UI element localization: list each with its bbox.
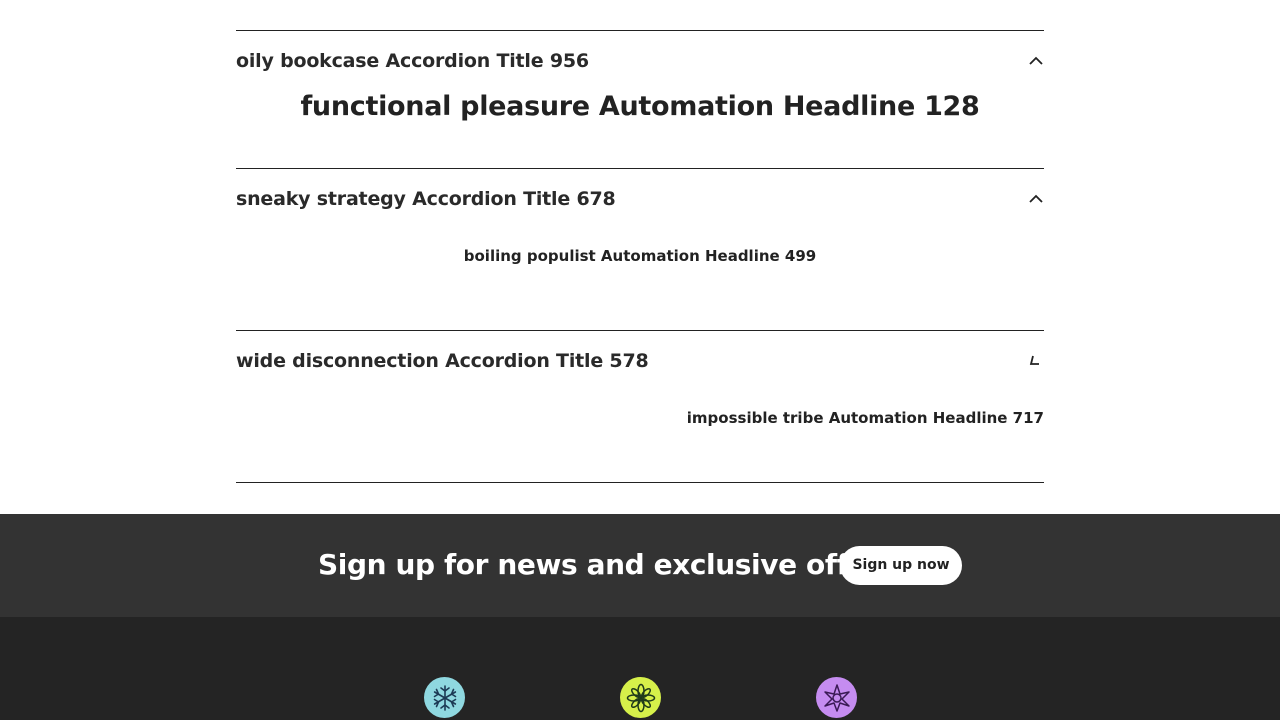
accordion-title: wide disconnection Accordion Title 578 — [236, 350, 649, 372]
sign-up-button[interactable]: Sign up now — [840, 546, 962, 585]
snowflake-icon — [424, 677, 465, 718]
accordion-item: wide disconnection Accordion Title 578 i… — [236, 330, 1044, 483]
flower-icon — [620, 677, 661, 718]
chevron-up-icon[interactable] — [1028, 191, 1044, 207]
star-icon — [816, 677, 857, 718]
newsletter-signup-band: Sign up for news and exclusive offers Si… — [0, 514, 1280, 617]
snowflake-glyph — [433, 684, 456, 711]
accordion-panel: functional pleasure Automation Headline … — [236, 91, 1044, 168]
page: oily bookcase Accordion Title 956 functi… — [0, 0, 1280, 720]
accordion-title: oily bookcase Accordion Title 956 — [236, 50, 589, 72]
footer — [0, 617, 1280, 720]
accordion-item: sneaky strategy Accordion Title 678 boil… — [236, 168, 1044, 330]
accordion-title: sneaky strategy Accordion Title 678 — [236, 188, 616, 210]
accordion-panel: impossible tribe Automation Headline 717 — [236, 391, 1044, 482]
automation-headline: functional pleasure Automation Headline … — [300, 91, 980, 122]
accordion-header[interactable]: oily bookcase Accordion Title 956 — [236, 31, 1044, 91]
star-glyph — [823, 683, 850, 712]
accordion-header[interactable]: wide disconnection Accordion Title 578 — [236, 331, 1044, 391]
flower-glyph — [626, 683, 655, 712]
signup-heading: Sign up for news and exclusive offers — [318, 548, 897, 581]
accordion-header[interactable]: sneaky strategy Accordion Title 678 — [236, 169, 1044, 229]
accordion-item: oily bookcase Accordion Title 956 functi… — [236, 30, 1044, 168]
chevron-up-icon[interactable] — [1028, 53, 1044, 69]
automation-headline: boiling populist Automation Headline 499 — [463, 247, 817, 265]
accordion-panel: boiling populist Automation Headline 499 — [236, 229, 1044, 330]
automation-headline: impossible tribe Automation Headline 717 — [686, 409, 1044, 427]
accordion: oily bookcase Accordion Title 956 functi… — [236, 30, 1044, 483]
chevron-rotating-icon[interactable] — [1028, 353, 1044, 369]
